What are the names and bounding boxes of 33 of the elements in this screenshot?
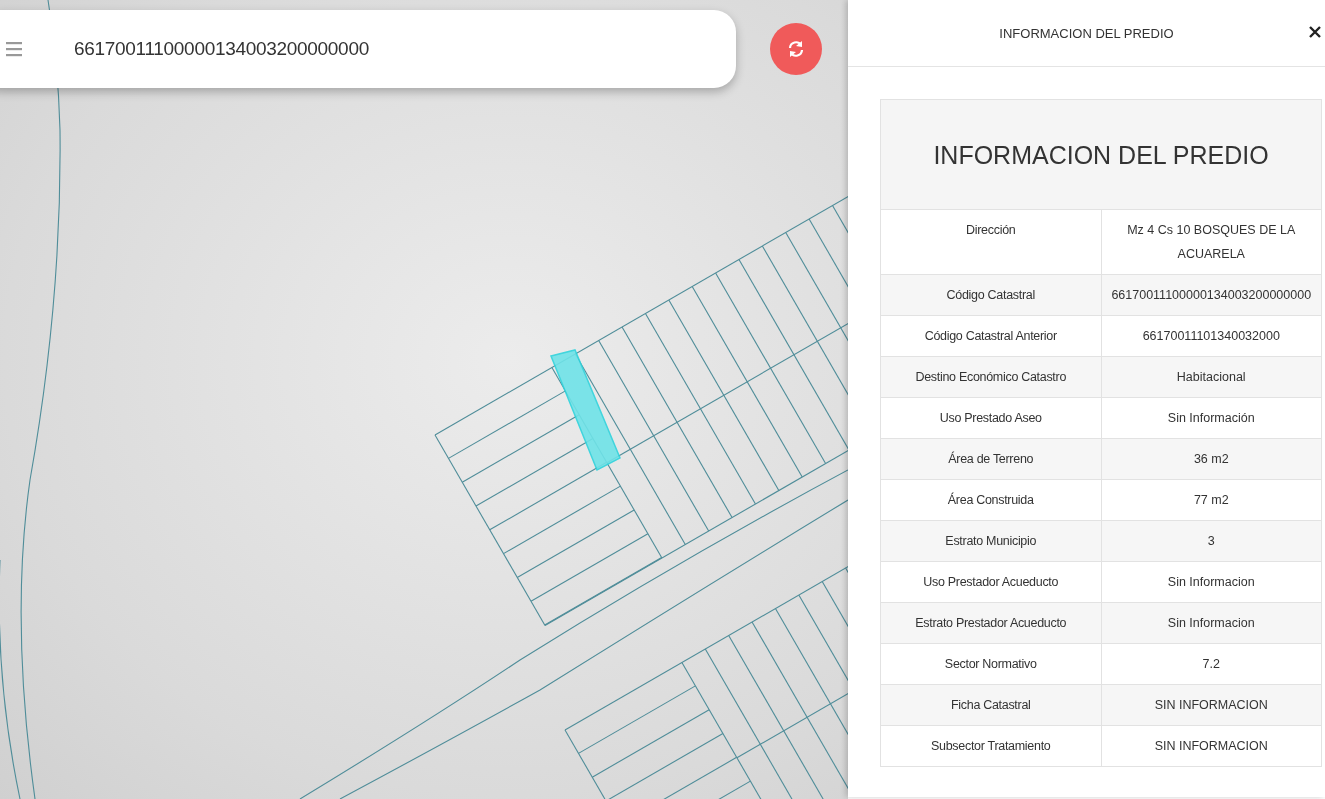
field-value: SIN INFORMACION [1101, 684, 1322, 726]
field-value: Sin Información [1101, 397, 1322, 439]
field-label: Sector Normativo [880, 643, 1101, 685]
field-label: Destino Económico Catastro [880, 356, 1101, 398]
field-label: Uso Prestado Aseo [880, 397, 1101, 439]
field-value: Habitacional [1101, 356, 1322, 398]
field-label: Código Catastral [880, 274, 1101, 316]
field-value: 36 m2 [1101, 438, 1322, 480]
field-label: Estrato Municipio [880, 520, 1101, 562]
field-label: Dirección [880, 209, 1101, 275]
field-label: Área de Terreno [880, 438, 1101, 480]
field-label: Subsector Tratamiento [880, 725, 1101, 767]
field-value: Mz 4 Cs 10 BOSQUES DE LA ACUARELA [1101, 209, 1322, 275]
field-label: Uso Prestador Acueducto [880, 561, 1101, 603]
table-title: INFORMACION DEL PREDIO [880, 99, 1322, 210]
field-value: SIN INFORMACION [1101, 725, 1322, 767]
search-value: 66170011100000134003200000000 [74, 38, 369, 60]
field-value: Sin Informacion [1101, 561, 1322, 603]
field-value: Sin Informacion [1101, 602, 1322, 644]
field-value: 3 [1101, 520, 1322, 562]
search-field[interactable]: 66170011100000134003200000000 [0, 10, 736, 88]
field-value: 77 m2 [1101, 479, 1322, 521]
field-label: Área Construida [880, 479, 1101, 521]
field-value: 66170011100000134003200000000 [1101, 274, 1322, 316]
menu-icon[interactable] [6, 41, 22, 57]
field-value: 7.2 [1101, 643, 1322, 685]
panel-title: INFORMACION DEL PREDIO [999, 25, 1174, 41]
field-label: Código Catastral Anterior [880, 315, 1101, 357]
close-icon[interactable] [1309, 26, 1321, 38]
field-label: Estrato Prestador Acueducto [880, 602, 1101, 644]
refresh-icon [787, 40, 805, 58]
field-label: Ficha Catastral [880, 684, 1101, 726]
field-value: 66170011101340032000 [1101, 315, 1322, 357]
